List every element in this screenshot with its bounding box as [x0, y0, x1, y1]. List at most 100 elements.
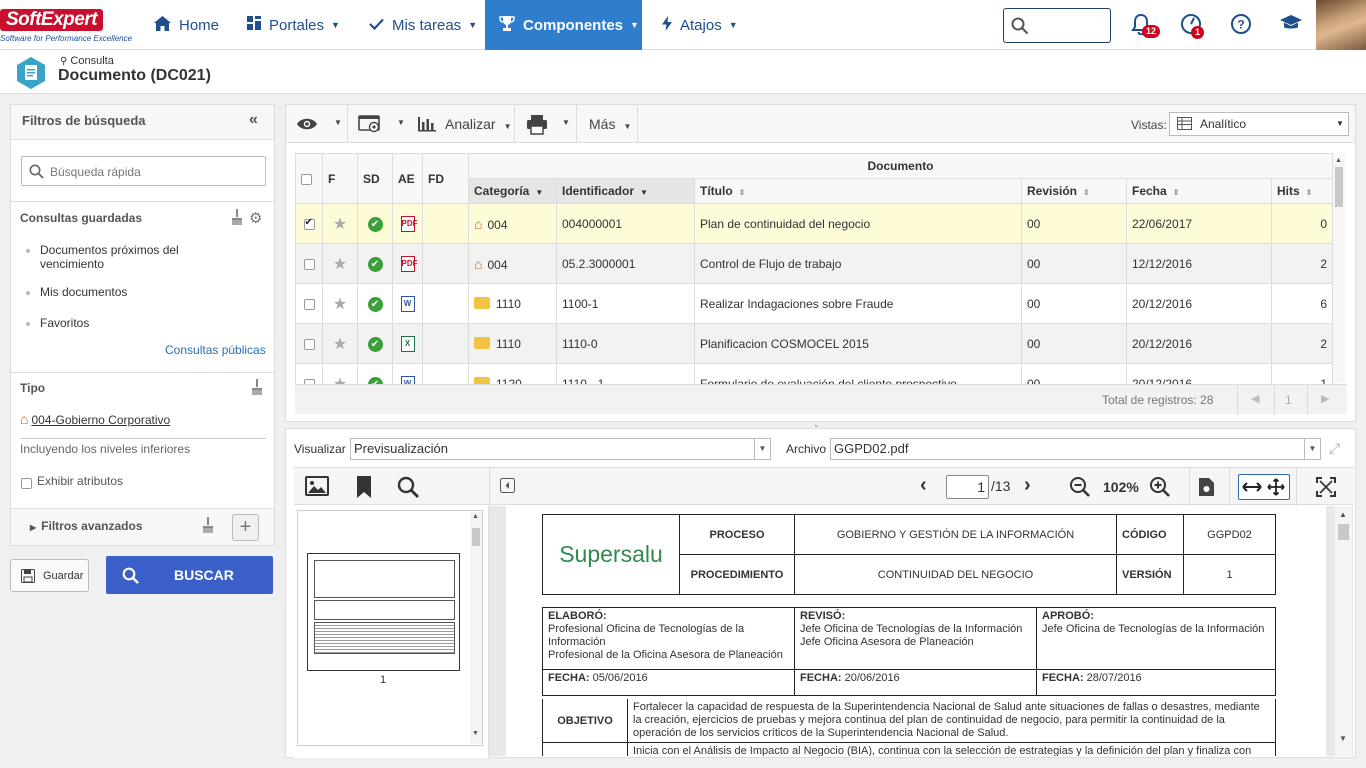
- table-row[interactable]: ★ ✔ PDF ⌂ 004 05.2.3000001 Control de Flujo de…: [295, 243, 1334, 284]
- document-scrollbar[interactable]: ▲ ▼: [1335, 506, 1352, 756]
- zoom-in-icon[interactable]: [1149, 476, 1171, 501]
- col-header-hits[interactable]: Hits ⇕: [1270, 178, 1334, 204]
- col-header-sd[interactable]: SD: [357, 153, 393, 204]
- cell-category: ⌂ 004: [468, 203, 557, 244]
- col-revision-label: Revisión: [1027, 184, 1078, 198]
- word-file-icon[interactable]: W: [392, 283, 423, 324]
- search-button[interactable]: BUSCAR: [106, 556, 273, 594]
- chevron-down-icon[interactable]: ▼: [397, 118, 405, 127]
- prev-page-icon[interactable]: ◀: [1251, 392, 1259, 405]
- type-value[interactable]: ⌂ 004-Gobierno Corporativo: [20, 411, 170, 427]
- quick-search-input[interactable]: Búsqueda rápida: [21, 156, 266, 186]
- doc-version-value: 1: [1183, 554, 1276, 595]
- collapse-panel-icon[interactable]: «: [249, 111, 258, 129]
- show-attributes-checkbox[interactable]: [21, 475, 32, 490]
- saved-query-item[interactable]: Favoritos: [25, 316, 89, 330]
- page-number-input[interactable]: 1: [946, 475, 989, 499]
- zoom-level: 102%: [1103, 479, 1139, 495]
- cell-fd: [422, 243, 469, 284]
- type-value-label: 004-Gobierno Corporativo: [31, 413, 171, 427]
- advanced-filters-toggle[interactable]: ▶ Filtros avanzados: [30, 519, 143, 533]
- top-search-input[interactable]: [1003, 8, 1111, 43]
- zoom-out-icon[interactable]: [1069, 476, 1091, 501]
- prev-page-icon[interactable]: ‹: [920, 474, 927, 497]
- row-checkbox[interactable]: [295, 323, 323, 364]
- nav-atajos[interactable]: Atajos ▼: [648, 0, 752, 50]
- row-checkbox[interactable]: [295, 283, 323, 324]
- fullscreen-icon[interactable]: [1316, 477, 1336, 500]
- help-icon[interactable]: ?: [1230, 13, 1254, 37]
- cell-category: ⌂ 004: [468, 243, 557, 284]
- image-icon[interactable]: [305, 476, 329, 499]
- broom-icon[interactable]: [251, 379, 263, 395]
- table-row[interactable]: ★ ✔ W 1110 1100-1 Realizar Indagaciones sobre…: [295, 283, 1334, 324]
- saved-query-item[interactable]: Mis documentos: [25, 285, 127, 299]
- file-value: GGPD02.pdf: [834, 441, 909, 456]
- nav-mis-tareas[interactable]: Mis tareas ▼: [355, 0, 491, 50]
- col-header-categoria[interactable]: Categoría ▼: [468, 178, 557, 204]
- more-button[interactable]: Más ▼: [589, 116, 631, 132]
- table-row[interactable]: ★✔PDF ⌂ 004 004000001Plan de continuidad de…: [295, 203, 1334, 244]
- tasks-gauge-icon[interactable]: 1: [1180, 13, 1205, 39]
- public-queries-link[interactable]: Consultas públicas: [165, 343, 266, 357]
- nav-componentes[interactable]: Componentes ▼: [485, 0, 642, 50]
- file-select[interactable]: GGPD02.pdf ▼: [830, 438, 1321, 460]
- softexpert-logo[interactable]: SoftExpert Software for Performance Exce…: [0, 6, 132, 46]
- grid-scrollbar[interactable]: ▲: [1333, 153, 1345, 383]
- select-all-checkbox[interactable]: [295, 153, 323, 204]
- favorite-star-icon[interactable]: ★: [322, 323, 358, 364]
- expand-icon[interactable]: ⤢: [1329, 440, 1340, 457]
- col-titulo-label: Título: [700, 184, 733, 198]
- fit-width-button[interactable]: [1238, 474, 1290, 500]
- file-label: Archivo: [786, 442, 827, 456]
- views-select[interactable]: Analítico ▼: [1169, 112, 1349, 136]
- print-icon[interactable]: [526, 115, 548, 138]
- search-label: BUSCAR: [174, 567, 234, 583]
- next-page-icon[interactable]: ›: [1024, 474, 1031, 497]
- collapse-sidebar-icon[interactable]: [500, 478, 515, 496]
- col-header-f[interactable]: F: [322, 153, 358, 204]
- nav-home[interactable]: Home: [140, 0, 233, 50]
- excel-file-icon[interactable]: X: [392, 323, 423, 364]
- search-icon[interactable]: [397, 476, 420, 502]
- col-header-revision[interactable]: Revisión ⇕: [1021, 178, 1127, 204]
- favorite-star-icon[interactable]: ★: [322, 283, 358, 324]
- thumbnail-scrollbar[interactable]: ▲ ▼: [470, 512, 482, 744]
- doc-reviso-value: Jefe Oficina de Tecnologías de la Inform…: [800, 623, 1023, 648]
- favorite-star-icon[interactable]: ★: [322, 243, 358, 284]
- preview-window-button[interactable]: [358, 115, 382, 136]
- current-page[interactable]: 1: [1285, 393, 1292, 407]
- page-thumbnail[interactable]: [307, 553, 460, 671]
- chevron-down-icon[interactable]: ▼: [562, 118, 570, 127]
- chevron-down-icon: ▼: [1304, 439, 1320, 459]
- favorite-star-icon[interactable]: ★: [322, 203, 358, 244]
- next-page-icon[interactable]: ▶: [1321, 392, 1329, 405]
- doc-fecha-3-value: 28/07/2016: [1086, 672, 1142, 684]
- page-settings-icon[interactable]: [1198, 477, 1215, 500]
- chevron-down-icon[interactable]: ▼: [334, 118, 342, 127]
- nav-portales[interactable]: Portales ▼: [233, 0, 354, 50]
- bookmark-icon[interactable]: [356, 476, 372, 501]
- pdf-file-icon[interactable]: PDF: [392, 243, 423, 284]
- save-query-button[interactable]: Guardar: [10, 559, 89, 592]
- visualize-select[interactable]: Previsualización ▼: [350, 438, 771, 460]
- broom-icon[interactable]: [202, 517, 214, 533]
- col-header-identificador[interactable]: Identificador ▼: [556, 178, 695, 204]
- row-checkbox[interactable]: [295, 203, 323, 244]
- saved-query-item[interactable]: Documentos próximos del vencimiento: [26, 243, 240, 271]
- table-row[interactable]: ★ ✔ X 1110 1110-0 Planificacion COSMOCEL 2015…: [295, 323, 1334, 364]
- col-header-fecha[interactable]: Fecha ⇕: [1126, 178, 1272, 204]
- broom-icon[interactable]: [231, 209, 245, 225]
- graduation-cap-icon[interactable]: [1279, 13, 1303, 37]
- col-header-ae[interactable]: AE: [392, 153, 423, 204]
- notifications-bell-icon[interactable]: 12: [1130, 13, 1161, 38]
- gear-icon[interactable]: ⚙: [249, 209, 262, 227]
- user-avatar[interactable]: [1316, 0, 1366, 50]
- col-header-titulo[interactable]: Título ⇕: [694, 178, 1022, 204]
- view-eye-button[interactable]: [296, 117, 318, 134]
- add-filter-button[interactable]: +: [232, 514, 259, 541]
- row-checkbox[interactable]: [295, 243, 323, 284]
- col-header-fd[interactable]: FD: [422, 153, 469, 204]
- pdf-file-icon[interactable]: PDF: [392, 203, 423, 244]
- analyze-button[interactable]: Analizar ▼: [445, 116, 512, 132]
